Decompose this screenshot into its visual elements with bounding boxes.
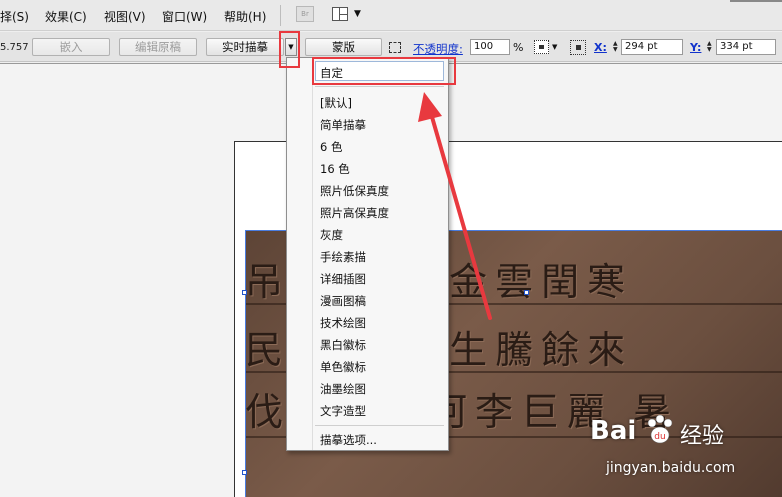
selection-edge — [245, 230, 246, 497]
watermark-url: jingyan.baidu.com — [606, 460, 736, 476]
y-spinner-icon[interactable]: ▲ ▼ — [707, 41, 712, 53]
x-label[interactable]: X: — [594, 41, 607, 54]
menu-item[interactable]: 单色徽标 — [320, 359, 366, 375]
y-label[interactable]: Y: — [690, 41, 701, 54]
menu-item[interactable]: 6 色 — [320, 139, 342, 155]
isolate-icon[interactable] — [389, 42, 401, 53]
menu-view[interactable]: 视图(V) — [104, 8, 146, 25]
embed-button[interactable]: 嵌入 — [32, 38, 110, 56]
menu-item[interactable]: 照片高保真度 — [320, 205, 389, 221]
chevron-down-icon[interactable]: ▼ — [354, 9, 361, 19]
svg-text:du: du — [654, 432, 665, 442]
menu-item[interactable]: 16 色 — [320, 161, 350, 177]
edit-original-button[interactable]: 编辑原稿 — [119, 38, 197, 56]
menu-item[interactable]: 文字造型 — [320, 403, 366, 419]
chevron-down-icon[interactable]: ▼ — [552, 43, 557, 51]
menu-item[interactable]: 手绘素描 — [320, 249, 366, 265]
arrange-documents-icon[interactable] — [332, 7, 348, 21]
menu-item[interactable]: 详细插图 — [320, 271, 366, 287]
menu-gutter — [312, 58, 313, 450]
live-trace-button[interactable]: 实时描摹 — [206, 38, 284, 56]
menu-item[interactable]: [默认] — [320, 95, 352, 111]
bridge-icon[interactable]: Br — [296, 6, 314, 22]
watermark-suffix: 经验 — [680, 424, 725, 449]
menu-item[interactable]: 黑白徽标 — [320, 337, 366, 353]
menu-item-trace-options[interactable]: 描摹选项... — [320, 432, 377, 448]
x-input[interactable]: 294 pt — [621, 39, 683, 55]
menu-help[interactable]: 帮助(H) — [224, 8, 266, 25]
menu-item[interactable]: 灰度 — [320, 227, 343, 243]
y-input[interactable]: 334 pt — [716, 39, 776, 55]
trace-preset-dropdown-button[interactable]: ▼ — [285, 38, 297, 56]
menu-item-custom[interactable]: 自定 — [320, 65, 343, 81]
menu-effect[interactable]: 效果(C) — [45, 8, 87, 25]
menu-window[interactable]: 窗口(W) — [162, 8, 207, 25]
opacity-label[interactable]: 不透明度: — [413, 41, 463, 57]
menu-separator — [315, 425, 444, 426]
paw-logo-icon: du — [647, 414, 673, 444]
selection-handle[interactable] — [242, 470, 247, 475]
title-bar-edge — [730, 0, 782, 2]
selection-handle[interactable] — [242, 290, 247, 295]
reference-point-icon[interactable] — [570, 40, 586, 55]
menu-item[interactable]: 技术绘图 — [320, 315, 366, 331]
trace-preset-menu: 自定 [默认] 简单描摹 6 色 16 色 照片低保真度 照片高保真度 灰度 手… — [286, 57, 449, 451]
stroke-value: 5.757 — [0, 42, 29, 53]
opacity-input[interactable]: 100 — [470, 39, 510, 55]
menu-item[interactable]: 漫画图稿 — [320, 293, 366, 309]
align-icon[interactable] — [534, 40, 549, 54]
menu-select[interactable]: 择(S) — [0, 8, 29, 25]
opacity-unit: % — [513, 41, 524, 54]
menu-item[interactable]: 简单描摹 — [320, 117, 366, 133]
watermark-brand: Bai — [590, 416, 637, 446]
menu-item[interactable]: 照片低保真度 — [320, 183, 389, 199]
mask-button[interactable]: 蒙版 — [305, 38, 382, 56]
menu-bar: 择(S) 效果(C) 视图(V) 窗口(W) 帮助(H) Br ▼ — [0, 0, 782, 31]
menu-separator — [315, 86, 444, 87]
menu-separator — [280, 5, 281, 26]
x-spinner-icon[interactable]: ▲ ▼ — [613, 41, 618, 53]
baidu-watermark: du Bai 经验 jingyan.baidu.com — [590, 410, 775, 492]
menu-item[interactable]: 油墨绘图 — [320, 381, 366, 397]
selection-handle[interactable] — [524, 290, 529, 295]
